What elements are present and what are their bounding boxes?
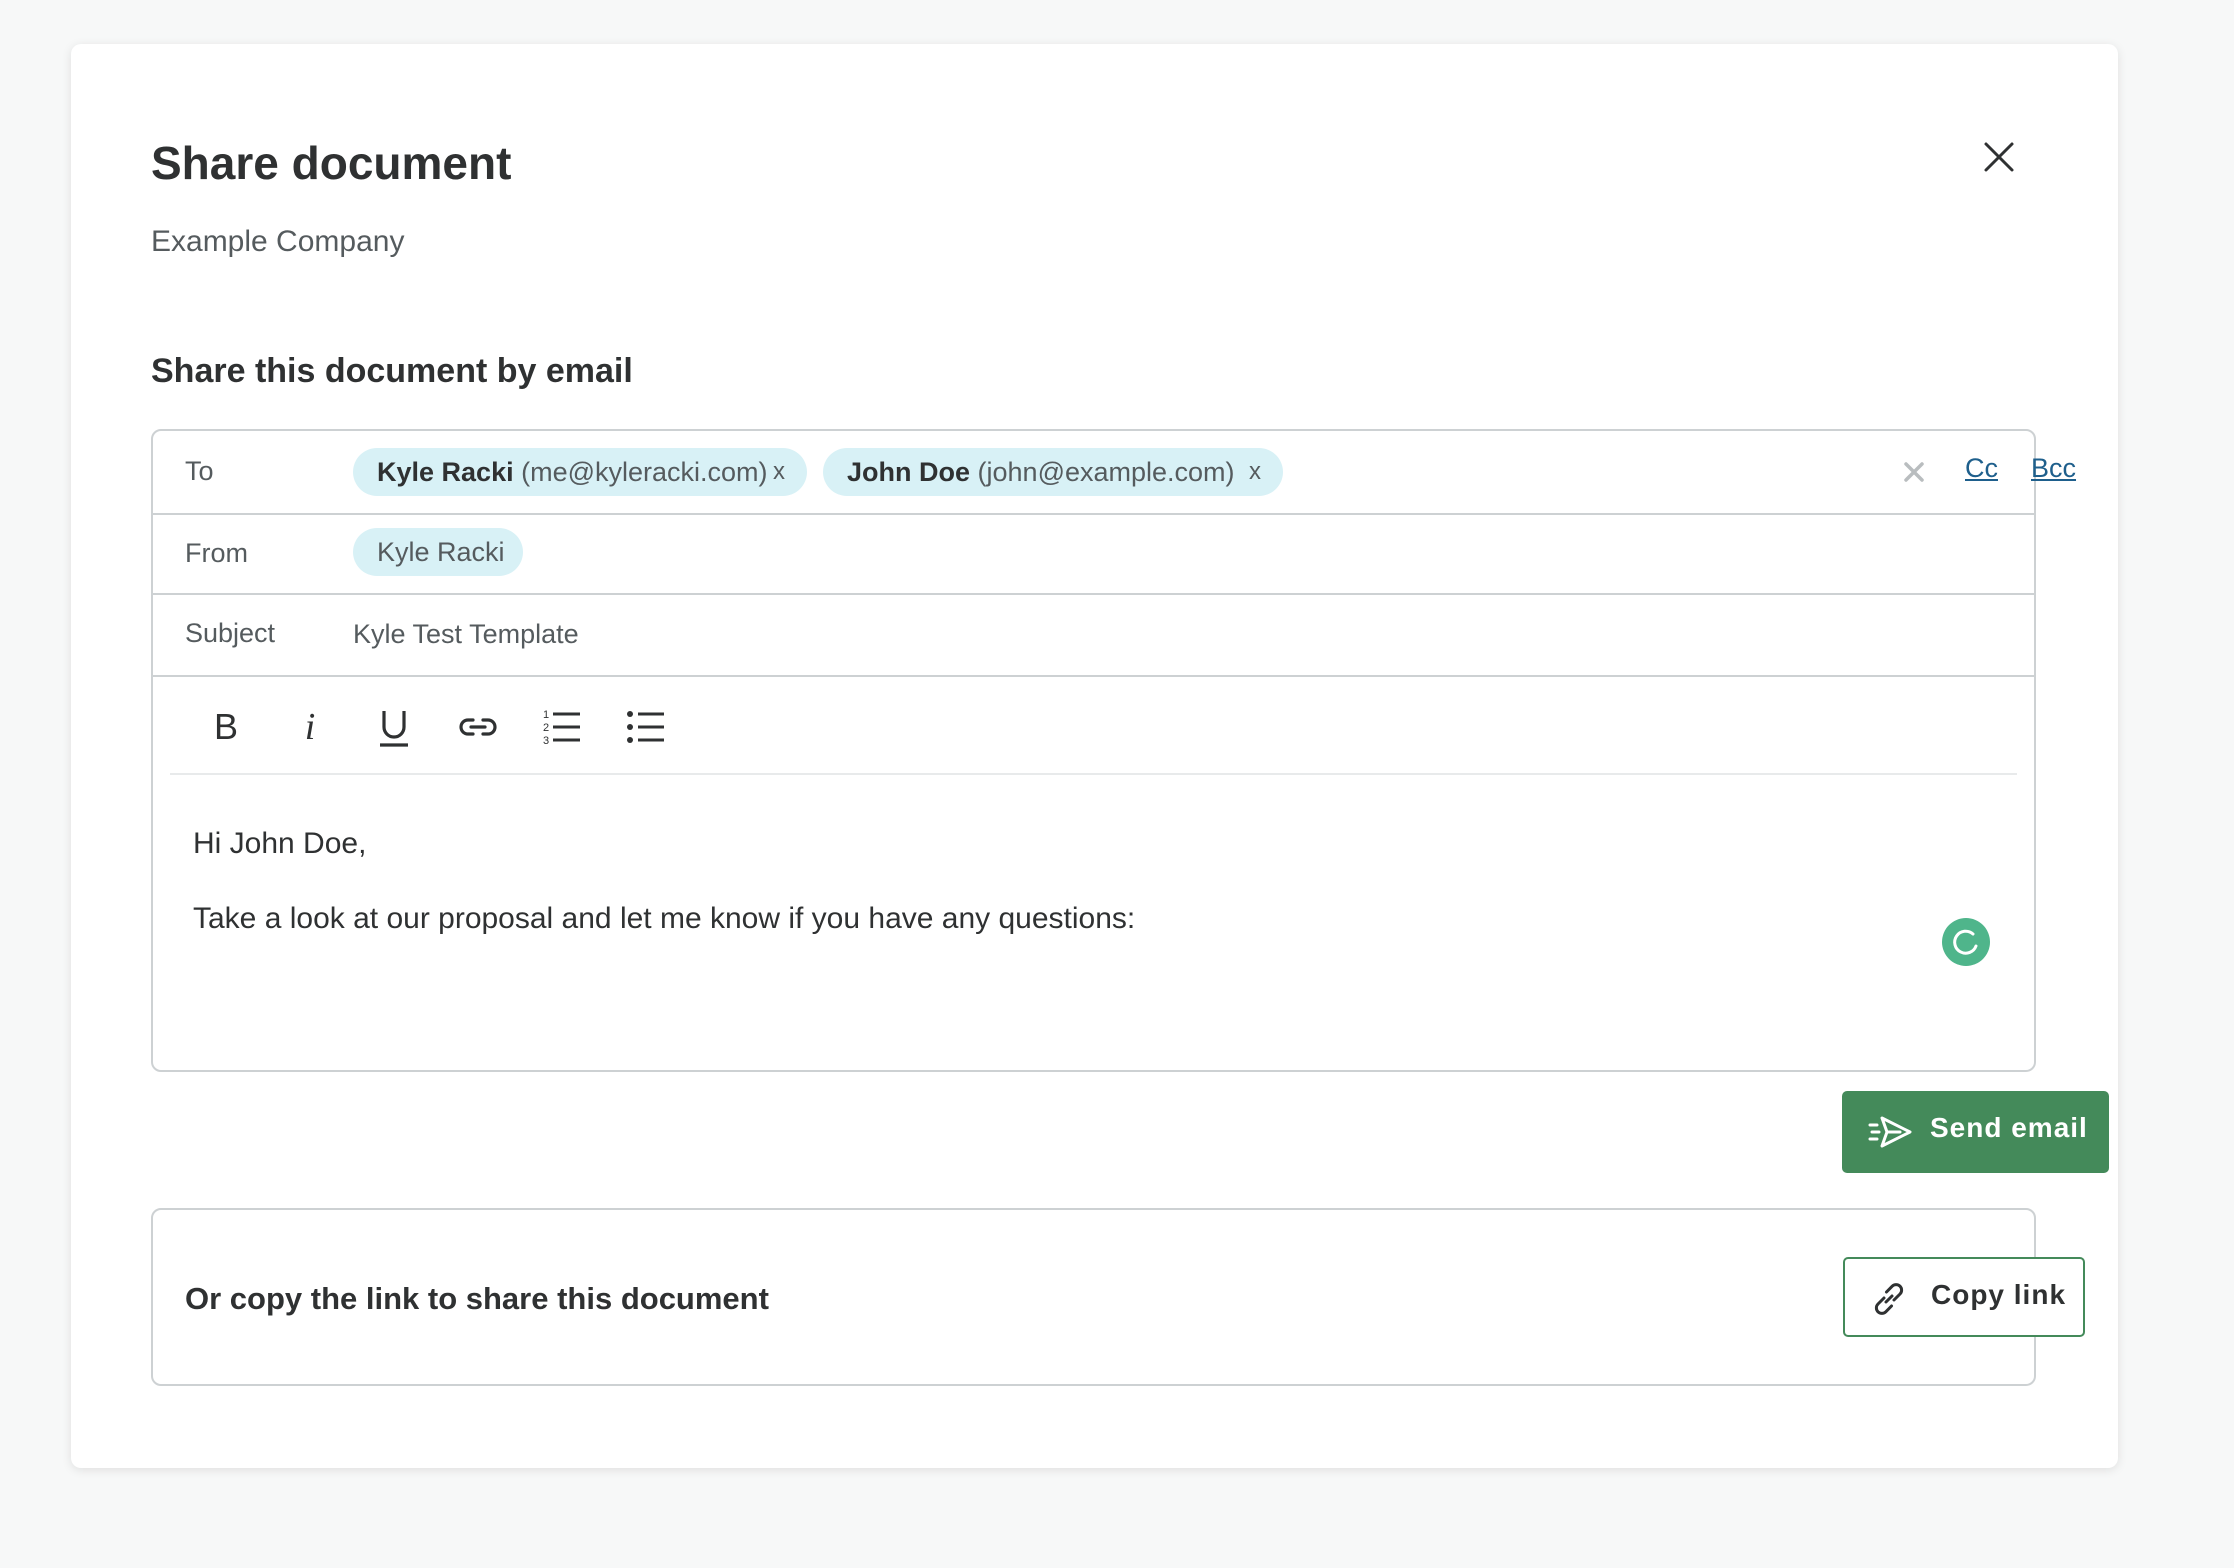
svg-text:3: 3: [543, 735, 549, 747]
remove-recipient-button[interactable]: x: [1249, 448, 1261, 496]
close-icon[interactable]: [1974, 132, 2024, 182]
send-email-label: Send email: [1930, 1112, 2088, 1143]
recipient-name: John Doe: [847, 457, 971, 487]
send-icon: [1868, 1116, 1912, 1148]
subject-input[interactable]: Kyle Test Template: [353, 619, 579, 650]
bcc-link[interactable]: Bcc: [2031, 453, 2076, 484]
email-body-greeting[interactable]: Hi John Doe,: [193, 827, 366, 861]
from-label: From: [185, 538, 248, 568]
recipient-chip[interactable]: Kyle Racki (me@kyleracki.com) x: [353, 448, 807, 496]
numbered-list-icon[interactable]: 1 2 3: [538, 703, 586, 751]
link-icon: [1874, 1283, 1904, 1315]
email-body-message[interactable]: Take a look at our proposal and let me k…: [193, 902, 1135, 936]
remove-recipient-button[interactable]: x: [773, 448, 785, 496]
send-email-button[interactable]: Send email: [1842, 1091, 2109, 1173]
recipient-email: (john@example.com): [977, 457, 1235, 487]
email-section-heading: Share this document by email: [151, 352, 633, 390]
loading-spinner-icon: [1942, 918, 1990, 966]
copy-link-button[interactable]: Copy link: [1843, 1257, 2085, 1337]
bold-icon[interactable]: B: [202, 703, 250, 751]
copy-link-section: Or copy the link to share this document …: [151, 1208, 2085, 1386]
cc-link[interactable]: Cc: [1965, 453, 1998, 484]
underline-icon[interactable]: [370, 703, 418, 751]
italic-icon[interactable]: i: [286, 703, 334, 751]
share-document-modal: Share document Example Company Share thi…: [71, 44, 2118, 1468]
recipient-name: Kyle Racki: [377, 457, 514, 487]
email-composer: To Kyle Racki (me@kyleracki.com) x John D…: [151, 429, 2076, 1072]
formatting-toolbar: B i 1 2 3: [170, 677, 2017, 775]
svg-text:B: B: [214, 706, 238, 747]
sender-chip[interactable]: Kyle Racki: [353, 528, 523, 576]
subject-label: Subject: [185, 618, 276, 648]
copy-link-label: Copy link: [1931, 1279, 2067, 1310]
to-label: To: [185, 456, 214, 486]
to-row: To Kyle Racki (me@kyleracki.com) x John D…: [153, 431, 2076, 515]
modal-title: Share document: [151, 137, 512, 189]
copy-link-text: Or copy the link to share this document: [185, 1281, 769, 1316]
svg-text:2: 2: [543, 722, 549, 734]
clear-recipients-icon[interactable]: [1896, 454, 1932, 490]
link-icon[interactable]: [454, 703, 502, 751]
modal-subtitle: Example Company: [151, 225, 405, 258]
svg-text:1: 1: [543, 709, 549, 721]
bulleted-list-icon[interactable]: [622, 703, 670, 751]
recipient-email: (me@kyleracki.com): [521, 457, 768, 487]
from-row: From Kyle Racki: [153, 515, 2034, 595]
recipient-chip[interactable]: John Doe (john@example.com) x: [823, 448, 1283, 496]
svg-text:i: i: [305, 706, 316, 748]
subject-row: Subject Kyle Test Template: [153, 595, 2034, 677]
